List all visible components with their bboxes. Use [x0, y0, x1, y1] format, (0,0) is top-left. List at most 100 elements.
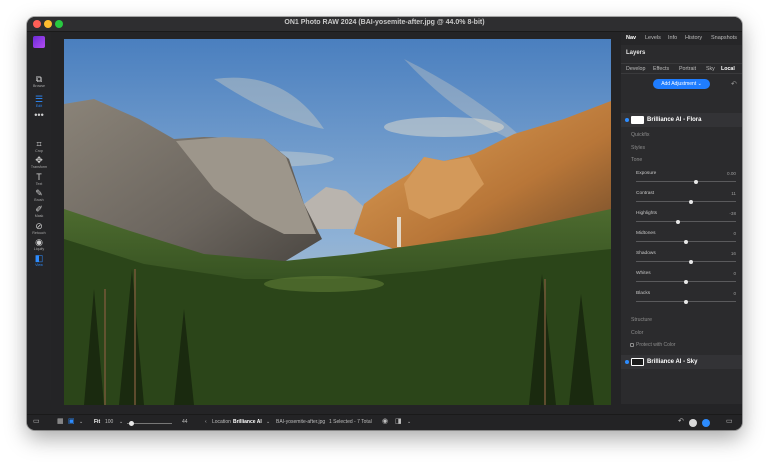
slider-value-midtones[interactable]: 0: [733, 231, 736, 236]
tool-mask[interactable]: ✐ Mask: [27, 204, 51, 219]
location-chevron-icon[interactable]: ⌄: [266, 419, 270, 425]
undo-icon[interactable]: ↶: [678, 417, 684, 425]
zoom-slider-handle[interactable]: [129, 420, 134, 426]
tab-effects[interactable]: Effects: [653, 66, 669, 72]
on1-logo-icon: [33, 36, 45, 48]
slider-track-whites[interactable]: [636, 279, 736, 284]
section-color[interactable]: Color: [631, 330, 643, 336]
slider-value-shadows[interactable]: 16: [731, 251, 736, 256]
layer-mask-thumbnail: [631, 116, 644, 124]
cancel-icon[interactable]: [689, 419, 697, 427]
slider-track-blacks[interactable]: [636, 299, 736, 304]
panel-toggle-icon[interactable]: ▭: [726, 417, 733, 425]
layer-brilliance-sky[interactable]: Brilliance AI - Sky: [621, 355, 742, 369]
selection-count: 1 Selected - 7 Total: [329, 419, 372, 425]
right-panel: Nav Levels Info History Snapshots Layers…: [621, 32, 742, 404]
apply-check-icon[interactable]: [702, 419, 710, 427]
mask-icon: ✐: [35, 204, 43, 214]
tool-brush[interactable]: ✎ Brush: [27, 188, 51, 203]
tab-history[interactable]: History: [685, 35, 702, 41]
slider-track-midtones[interactable]: [636, 239, 736, 244]
back-chevron-icon[interactable]: ‹: [205, 419, 207, 425]
tool-text[interactable]: T Text: [27, 172, 51, 187]
zoom-count: 44: [182, 419, 188, 425]
slider-handle-blacks[interactable]: [684, 299, 688, 304]
tab-portrait[interactable]: Portrait: [679, 66, 696, 72]
slider-label-exposure: Exposure: [636, 171, 657, 176]
section-styles[interactable]: Styles: [631, 145, 645, 151]
tool-retouch[interactable]: ⊘ Retouch: [27, 221, 51, 236]
tool-crop[interactable]: ⌗ Crop: [27, 139, 51, 154]
slider-label-shadows: Shadows: [636, 251, 656, 256]
layers-title[interactable]: Layers: [626, 50, 645, 56]
slider-track-highlights[interactable]: [636, 219, 736, 224]
zoom-chevron-icon[interactable]: ⌄: [119, 419, 123, 425]
tab-develop[interactable]: Develop: [626, 66, 645, 72]
browse-icon: ⧉: [35, 74, 43, 84]
slider-value-whites[interactable]: 0: [733, 271, 736, 276]
grid-view-icon[interactable]: ▦: [57, 417, 64, 425]
slider-handle-highlights[interactable]: [676, 219, 680, 224]
layer-visibility-icon[interactable]: [625, 118, 629, 122]
reset-icon[interactable]: ↶: [731, 80, 737, 88]
develop-subtabs: Develop Effects Portrait Sky Local: [621, 63, 742, 74]
tab-nav[interactable]: Nav: [626, 35, 636, 41]
view-icon: ◧: [34, 253, 44, 263]
tool-edit[interactable]: ☰ Edit: [27, 94, 51, 109]
eye-icon[interactable]: ◉: [382, 417, 388, 425]
section-quickfix[interactable]: Quickfix: [631, 132, 649, 138]
sidebar-toggle-icon[interactable]: ▭: [33, 417, 40, 425]
protect-colors-checkbox[interactable]: Protect with Color: [630, 342, 675, 348]
slider-value-highlights[interactable]: -38: [729, 211, 736, 216]
slider-track-contrast[interactable]: [636, 199, 736, 204]
tool-transform[interactable]: ✥ Transform: [27, 155, 51, 170]
slider-value-contrast[interactable]: 11: [731, 191, 736, 196]
tab-local[interactable]: Local: [721, 66, 735, 72]
compare-icon[interactable]: ◨: [395, 417, 402, 425]
slider-track-exposure[interactable]: [636, 179, 736, 184]
text-icon: T: [36, 172, 42, 182]
transform-icon: ✥: [35, 155, 43, 165]
zoom-value[interactable]: 100: [105, 419, 113, 425]
slider-label-midtones: Midtones: [636, 231, 656, 236]
slider-track-shadows[interactable]: [636, 259, 736, 264]
app-window: ON1 Photo RAW 2024 (BAI-yosemite-after.j…: [27, 17, 742, 430]
section-structure[interactable]: Structure: [631, 317, 652, 323]
tab-snapshots[interactable]: Snapshots: [711, 35, 737, 41]
nav-tabs: Nav Levels Info History Snapshots: [621, 32, 742, 45]
tool-view[interactable]: ◧ View: [27, 253, 51, 268]
filename: BAI-yosemite-after.jpg: [276, 419, 326, 425]
view-chevron-icon[interactable]: ⌄: [79, 419, 83, 425]
layer-visibility-icon[interactable]: [625, 360, 629, 364]
tool-more[interactable]: •••: [27, 110, 51, 120]
slider-handle-midtones[interactable]: [684, 239, 688, 244]
edit-icon: ☰: [34, 94, 44, 104]
tab-levels[interactable]: Levels: [645, 35, 661, 41]
fit-button[interactable]: Fit: [94, 419, 100, 425]
add-adjustment-button[interactable]: Add Adjustment ⌄: [653, 79, 710, 89]
crop-icon: ⌗: [36, 139, 42, 149]
section-tone[interactable]: Tone: [631, 157, 642, 163]
tab-info[interactable]: Info: [668, 35, 677, 41]
compare-chevron-icon[interactable]: ⌄: [407, 419, 411, 425]
slider-handle-shadows[interactable]: [689, 259, 693, 264]
layer-mask-thumbnail: [631, 358, 644, 366]
slider-handle-whites[interactable]: [684, 279, 688, 284]
liquify-icon: ◉: [35, 237, 43, 247]
slider-label-contrast: Contrast: [636, 191, 655, 196]
yosemite-photo: [64, 39, 611, 405]
checkbox-box[interactable]: [630, 342, 634, 347]
tool-browse[interactable]: ⧉ Browse: [27, 74, 51, 89]
title-bar: ON1 Photo RAW 2024 (BAI-yosemite-after.j…: [27, 17, 742, 32]
left-toolbar: ⧉ Browse ☰ Edit ••• ⌗ Crop ✥ Transform T…: [27, 32, 51, 424]
location-value[interactable]: Brilliance AI: [233, 419, 262, 425]
tab-sky[interactable]: Sky: [706, 66, 715, 72]
slider-handle-exposure[interactable]: [694, 179, 698, 184]
layer-brilliance-flora[interactable]: Brilliance AI - Flora: [621, 113, 742, 127]
slider-value-blacks[interactable]: 0: [733, 291, 736, 296]
slider-handle-contrast[interactable]: [689, 199, 693, 204]
single-view-icon[interactable]: ▣: [68, 417, 75, 425]
photo-canvas[interactable]: [64, 39, 611, 405]
slider-value-exposure[interactable]: 0.00: [727, 171, 736, 176]
tool-liquify[interactable]: ◉ Liquify: [27, 237, 51, 252]
